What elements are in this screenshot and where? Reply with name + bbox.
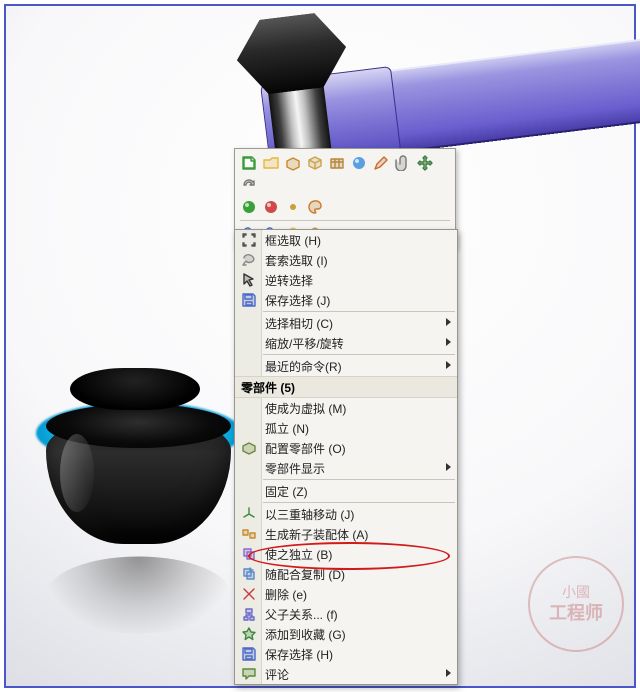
menu-item-label: 套索选取 (I) — [265, 252, 441, 269]
menu-separator — [263, 311, 455, 312]
favorite-icon — [237, 624, 261, 644]
menu-item-label: 父子关系... (f) — [265, 606, 441, 623]
menu-item[interactable]: 框选取 (H) — [235, 230, 457, 250]
menu-item-label: 保存选择 (H) — [265, 646, 441, 663]
menu-item-label: 逆转选择 — [265, 272, 441, 289]
dot-button[interactable] — [284, 198, 302, 216]
delete-icon — [237, 584, 261, 604]
toolbar-row-1 — [240, 152, 450, 196]
menu-item[interactable]: 零部件显示 — [235, 458, 457, 478]
move-tool-button[interactable] — [416, 154, 434, 172]
palette-button[interactable] — [306, 198, 324, 216]
submenu-arrow-icon — [446, 669, 451, 677]
menu-item-label: 使成为虚拟 (M) — [265, 400, 441, 417]
toolbar-row-2 — [240, 196, 450, 218]
menu-item-label: 以三重轴移动 (J) — [265, 506, 441, 523]
blank-icon — [237, 356, 261, 376]
menu-item[interactable]: 父子关系... (f) — [235, 604, 457, 624]
menu-item[interactable]: 配置零部件 (O) — [235, 438, 457, 458]
assembly-button[interactable] — [284, 154, 302, 172]
menu-item-label: 固定 (Z) — [265, 483, 441, 500]
menu-item[interactable]: 以三重轴移动 (J) — [235, 504, 457, 524]
submenu-arrow-icon — [446, 318, 451, 326]
menu-item[interactable]: 孤立 (N) — [235, 418, 457, 438]
menu-item-label: 最近的命令(R) — [265, 358, 441, 375]
appearance-ball-button[interactable] — [240, 198, 258, 216]
rgb-ball-button[interactable] — [262, 198, 280, 216]
menu-item-label: 选择相切 (C) — [265, 315, 441, 332]
blank-icon — [237, 313, 261, 333]
sketch-pencil-button[interactable] — [372, 154, 390, 172]
submenu-arrow-icon — [446, 338, 451, 346]
comment-icon — [237, 664, 261, 684]
config-icon — [237, 438, 261, 458]
menu-item-label: 缩放/平移/旋转 — [265, 335, 441, 352]
menu-item[interactable]: 套索选取 (I) — [235, 250, 457, 270]
submenu-arrow-icon — [446, 361, 451, 369]
menu-item-label: 删除 (e) — [265, 586, 441, 603]
cursor-invert-icon — [237, 270, 261, 290]
new-doc-button[interactable] — [240, 154, 258, 172]
watermark-stamp: 小國 工程师 — [528, 556, 624, 652]
triad-icon — [237, 504, 261, 524]
menu-separator — [263, 502, 455, 503]
menu-item[interactable]: 选择相切 (C) — [235, 313, 457, 333]
submenu-arrow-icon — [446, 463, 451, 471]
menu-item[interactable]: 随配合复制 (D) — [235, 564, 457, 584]
menu-item[interactable]: 保存选择 (J) — [235, 290, 457, 310]
menu-item[interactable]: 评论 — [235, 664, 457, 684]
menu-item-label: 框选取 (H) — [265, 232, 441, 249]
menu-item-label: 零部件显示 — [265, 460, 441, 477]
cup-highlight — [60, 434, 94, 512]
lasso-icon — [237, 250, 261, 270]
rebuild-button[interactable] — [240, 176, 258, 194]
menu-item[interactable]: 缩放/平移/旋转 — [235, 333, 457, 353]
independent-icon — [237, 544, 261, 564]
model-cube-button[interactable] — [306, 154, 324, 172]
menu-separator — [263, 479, 455, 480]
blank-icon — [237, 458, 261, 478]
menu-section-header: 零部件 (5) — [235, 376, 457, 398]
cup-neck — [70, 368, 200, 410]
box-select-icon — [237, 230, 261, 250]
menu-item[interactable]: 使成为虚拟 (M) — [235, 398, 457, 418]
menu-item-label: 使之独立 (B) — [265, 546, 441, 563]
copy-mate-icon — [237, 564, 261, 584]
blank-icon — [237, 398, 261, 418]
menu-item[interactable]: 逆转选择 — [235, 270, 457, 290]
menu-item-label: 孤立 (N) — [265, 420, 441, 437]
menu-item[interactable]: 固定 (Z) — [235, 481, 457, 501]
material-ball-button[interactable] — [350, 154, 368, 172]
menu-item-label: 评论 — [265, 666, 441, 683]
menu-item-label: 随配合复制 (D) — [265, 566, 441, 583]
screenshot-frame: 小國 工程师 框选取 (H) 套索选取 (I) 逆转选择保存选择 (J) 选择相切 (… — [4, 4, 636, 688]
menu-item-label: 生成新子装配体 (A) — [265, 526, 441, 543]
blank-icon — [237, 481, 261, 501]
save-icon — [237, 290, 261, 310]
blank-icon — [237, 418, 261, 438]
parent-icon — [237, 604, 261, 624]
floor-reflection — [46, 557, 231, 634]
menu-item[interactable]: 保存选择 (H) — [235, 644, 457, 664]
paperclip-button[interactable] — [394, 154, 412, 172]
subassy-icon — [237, 524, 261, 544]
menu-item-label: 保存选择 (J) — [265, 292, 441, 309]
open-folder-button[interactable] — [262, 154, 280, 172]
menu-item[interactable]: 生成新子装配体 (A) — [235, 524, 457, 544]
menu-item-label: 配置零部件 (O) — [265, 440, 441, 457]
save-icon — [237, 644, 261, 664]
blank-icon — [237, 333, 261, 353]
menu-item[interactable]: 使之独立 (B) — [235, 544, 457, 564]
context-menu: 框选取 (H) 套索选取 (I) 逆转选择保存选择 (J) 选择相切 (C) 缩放/平移… — [234, 229, 458, 685]
part-crate-button[interactable] — [328, 154, 346, 172]
menu-item-label: 添加到收藏 (G) — [265, 626, 441, 643]
menu-item[interactable]: 删除 (e) — [235, 584, 457, 604]
menu-item[interactable]: 最近的命令(R) — [235, 356, 457, 376]
menu-separator — [263, 354, 455, 355]
menu-item[interactable]: 添加到收藏 (G) — [235, 624, 457, 644]
